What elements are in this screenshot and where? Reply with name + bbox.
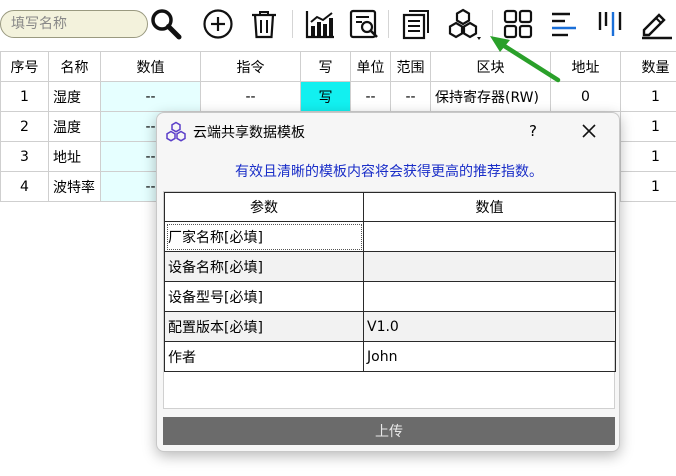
param-label[interactable]: 厂家名称[必填] — [164, 221, 364, 252]
help-button[interactable]: ? — [521, 117, 545, 145]
column-header[interactable]: 写 — [300, 51, 351, 82]
row-address[interactable]: 0 — [550, 81, 621, 112]
row-count[interactable]: 1 — [620, 81, 676, 112]
param-label[interactable]: 作者 — [164, 341, 364, 372]
params-table-container: 参数 数值 厂家名称[必填] 设备名称[必填] 设备型号[必填] 配置版本[必填… — [163, 191, 616, 409]
row-range[interactable]: -- — [390, 81, 431, 112]
row-index[interactable]: 2 — [0, 111, 49, 142]
table-row[interactable]: 配置版本[必填] V1.0 — [164, 311, 616, 342]
cloud-template-dialog: 云端共享数据模板 ? 有效且清晰的模板内容将会获得更高的推荐指数。 参数 数值 … — [156, 112, 620, 452]
chart-icon[interactable] — [302, 6, 338, 42]
row-name[interactable]: 地址 — [48, 141, 101, 172]
column-header[interactable]: 数量 — [620, 51, 676, 82]
toolbar-separator — [388, 10, 389, 38]
column-header[interactable]: 序号 — [0, 51, 49, 82]
row-name[interactable]: 波特率 — [48, 171, 101, 202]
annotation-arrow-icon — [490, 36, 561, 83]
column-header[interactable]: 数值 — [100, 51, 201, 82]
table-row[interactable]: 1 湿度 -- -- 写 -- -- 保持寄存器(RW) 0 1 — [0, 81, 676, 112]
column-header: 参数 — [164, 192, 364, 222]
param-value[interactable]: V1.0 — [363, 311, 616, 342]
param-label[interactable]: 配置版本[必填] — [164, 311, 364, 342]
row-block[interactable]: 保持寄存器(RW) — [430, 81, 551, 112]
column-header[interactable]: 指令 — [200, 51, 301, 82]
delete-icon[interactable] — [246, 6, 282, 42]
dialog-title: 云端共享数据模板 — [193, 125, 305, 141]
inspect-icon[interactable] — [346, 6, 382, 42]
params-table: 参数 数值 厂家名称[必填] 设备名称[必填] 设备型号[必填] 配置版本[必填… — [164, 192, 616, 372]
hexagons-icon — [166, 121, 186, 142]
column-header: 数值 — [363, 192, 616, 222]
row-count[interactable]: 1 — [620, 141, 676, 172]
add-icon[interactable] — [200, 6, 236, 42]
document-icon[interactable] — [398, 6, 434, 42]
param-value[interactable]: John — [363, 341, 616, 372]
align-vertical-icon[interactable] — [592, 6, 628, 42]
edit-icon[interactable] — [638, 6, 674, 42]
column-header[interactable]: 名称 — [48, 51, 101, 82]
param-label[interactable]: 设备名称[必填] — [164, 251, 364, 282]
table-row[interactable]: 厂家名称[必填] — [164, 221, 616, 252]
row-command[interactable]: -- — [200, 81, 301, 112]
row-index[interactable]: 4 — [0, 171, 49, 202]
row-count[interactable]: 1 — [620, 111, 676, 142]
param-value[interactable] — [363, 281, 616, 312]
write-button[interactable]: 写 — [300, 81, 351, 112]
close-icon[interactable] — [575, 117, 603, 145]
table-row[interactable]: 作者 John — [164, 341, 616, 372]
table-row[interactable]: 设备名称[必填] — [164, 251, 616, 282]
column-header[interactable]: 范围 — [390, 51, 431, 82]
row-unit[interactable]: -- — [350, 81, 391, 112]
table-row[interactable]: 设备型号[必填] — [164, 281, 616, 312]
param-value[interactable] — [363, 221, 616, 252]
row-count[interactable]: 1 — [620, 171, 676, 202]
search-input[interactable] — [0, 10, 148, 38]
toolbar-separator — [292, 10, 293, 38]
column-header[interactable]: 单位 — [350, 51, 391, 82]
hexagons-icon[interactable] — [446, 6, 482, 42]
upload-button[interactable]: 上传 — [163, 417, 615, 445]
row-index[interactable]: 1 — [0, 81, 49, 112]
params-header-row: 参数 数值 — [164, 192, 616, 222]
toolbar — [0, 0, 676, 50]
table-header-row: 序号 名称 数值 指令 写 单位 范围 区块 地址 数量 — [0, 51, 676, 82]
param-value[interactable] — [363, 251, 616, 282]
search-icon[interactable] — [148, 6, 184, 42]
row-name[interactable]: 温度 — [48, 111, 101, 142]
dialog-hint: 有效且清晰的模板内容将会获得更高的推荐指数。 — [235, 164, 543, 180]
row-name[interactable]: 湿度 — [48, 81, 101, 112]
row-value[interactable]: -- — [100, 81, 201, 112]
row-index[interactable]: 3 — [0, 141, 49, 172]
param-label[interactable]: 设备型号[必填] — [164, 281, 364, 312]
